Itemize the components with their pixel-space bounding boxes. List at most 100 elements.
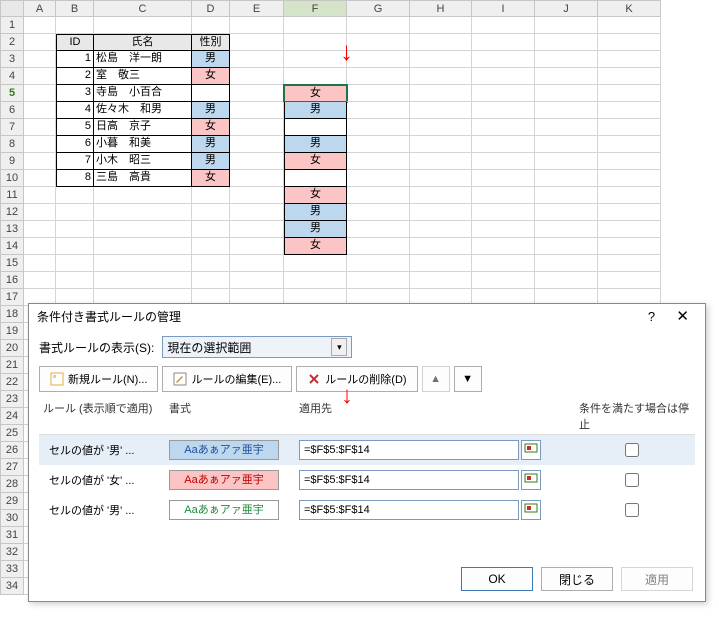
cell-A11[interactable] bbox=[24, 187, 56, 204]
cell-K13[interactable] bbox=[598, 221, 661, 238]
cell-J12[interactable] bbox=[535, 204, 598, 221]
cell-J5[interactable] bbox=[535, 85, 598, 102]
col-header-E[interactable]: E bbox=[230, 0, 284, 17]
cell-K9[interactable] bbox=[598, 153, 661, 170]
cell-E2[interactable] bbox=[230, 34, 284, 51]
cell-H9[interactable] bbox=[410, 153, 472, 170]
cell-B9[interactable]: 7 bbox=[56, 153, 94, 170]
cell-E10[interactable] bbox=[230, 170, 284, 187]
row-header-18[interactable]: 18 bbox=[0, 306, 24, 323]
close-dialog-button[interactable]: 閉じる bbox=[541, 567, 613, 591]
cell-H13[interactable] bbox=[410, 221, 472, 238]
row-header-26[interactable]: 26 bbox=[0, 442, 24, 459]
cell-H16[interactable] bbox=[410, 272, 472, 289]
cell-K1[interactable] bbox=[598, 17, 661, 34]
cell-E13[interactable] bbox=[230, 221, 284, 238]
cell-I3[interactable] bbox=[472, 51, 535, 68]
cell-F11[interactable]: 女 bbox=[284, 187, 347, 204]
row-header-21[interactable]: 21 bbox=[0, 357, 24, 374]
cell-I13[interactable] bbox=[472, 221, 535, 238]
cell-B8[interactable]: 6 bbox=[56, 136, 94, 153]
cell-E7[interactable] bbox=[230, 119, 284, 136]
col-header-I[interactable]: I bbox=[472, 0, 535, 17]
cell-F8[interactable]: 男 bbox=[284, 136, 347, 153]
cell-G2[interactable] bbox=[347, 34, 410, 51]
cell-E16[interactable] bbox=[230, 272, 284, 289]
cell-A5[interactable] bbox=[24, 85, 56, 102]
cell-A3[interactable] bbox=[24, 51, 56, 68]
cell-K6[interactable] bbox=[598, 102, 661, 119]
cell-K16[interactable] bbox=[598, 272, 661, 289]
cell-I1[interactable] bbox=[472, 17, 535, 34]
cell-F13[interactable]: 男 bbox=[284, 221, 347, 238]
delete-rule-button[interactable]: ルールの削除(D) bbox=[296, 366, 417, 392]
cell-K12[interactable] bbox=[598, 204, 661, 221]
rule-row[interactable]: セルの値が '男' ... Aaあぁアァ亜宇 bbox=[39, 495, 695, 525]
stop-if-true-checkbox[interactable] bbox=[625, 503, 639, 517]
apply-button[interactable]: 適用 bbox=[621, 567, 693, 591]
cell-J14[interactable] bbox=[535, 238, 598, 255]
cell-C12[interactable] bbox=[94, 204, 192, 221]
cell-B1[interactable] bbox=[56, 17, 94, 34]
cell-E9[interactable] bbox=[230, 153, 284, 170]
cell-C11[interactable] bbox=[94, 187, 192, 204]
cell-H1[interactable] bbox=[410, 17, 472, 34]
apply-range-input[interactable] bbox=[299, 470, 519, 490]
cell-K5[interactable] bbox=[598, 85, 661, 102]
cell-H2[interactable] bbox=[410, 34, 472, 51]
cell-G14[interactable] bbox=[347, 238, 410, 255]
cell-J1[interactable] bbox=[535, 17, 598, 34]
scope-dropdown[interactable]: 現在の選択範囲 ▾ bbox=[162, 336, 352, 358]
cell-H14[interactable] bbox=[410, 238, 472, 255]
cell-E4[interactable] bbox=[230, 68, 284, 85]
cell-I2[interactable] bbox=[472, 34, 535, 51]
cell-C7[interactable]: 日高 京子 bbox=[94, 119, 192, 136]
cell-D5[interactable] bbox=[192, 85, 230, 102]
cell-J10[interactable] bbox=[535, 170, 598, 187]
move-down-button[interactable]: ▼ bbox=[454, 366, 482, 392]
col-header-C[interactable]: C bbox=[94, 0, 192, 17]
cell-E1[interactable] bbox=[230, 17, 284, 34]
cell-G15[interactable] bbox=[347, 255, 410, 272]
cell-B7[interactable]: 5 bbox=[56, 119, 94, 136]
apply-range-input[interactable] bbox=[299, 500, 519, 520]
cell-K4[interactable] bbox=[598, 68, 661, 85]
cell-F6[interactable]: 男 bbox=[284, 102, 347, 119]
cell-A1[interactable] bbox=[24, 17, 56, 34]
cell-I14[interactable] bbox=[472, 238, 535, 255]
row-header-6[interactable]: 6 bbox=[0, 102, 24, 119]
move-up-button[interactable]: ▲ bbox=[422, 366, 450, 392]
cell-B12[interactable] bbox=[56, 204, 94, 221]
cell-E3[interactable] bbox=[230, 51, 284, 68]
cell-K14[interactable] bbox=[598, 238, 661, 255]
cell-D7[interactable]: 女 bbox=[192, 119, 230, 136]
col-header-B[interactable]: B bbox=[56, 0, 94, 17]
cell-C9[interactable]: 小木 昭三 bbox=[94, 153, 192, 170]
cell-A16[interactable] bbox=[24, 272, 56, 289]
cell-B4[interactable]: 2 bbox=[56, 68, 94, 85]
cell-G12[interactable] bbox=[347, 204, 410, 221]
row-header-8[interactable]: 8 bbox=[0, 136, 24, 153]
cell-C4[interactable]: 室 敬三 bbox=[94, 68, 192, 85]
cell-D3[interactable]: 男 bbox=[192, 51, 230, 68]
row-header-17[interactable]: 17 bbox=[0, 289, 24, 306]
cell-J13[interactable] bbox=[535, 221, 598, 238]
cell-H11[interactable] bbox=[410, 187, 472, 204]
cell-A7[interactable] bbox=[24, 119, 56, 136]
cell-F3[interactable] bbox=[284, 51, 347, 68]
cell-J6[interactable] bbox=[535, 102, 598, 119]
cell-G11[interactable] bbox=[347, 187, 410, 204]
col-header-G[interactable]: G bbox=[347, 0, 410, 17]
row-header-31[interactable]: 31 bbox=[0, 527, 24, 544]
rule-row[interactable]: セルの値が '女' ... Aaあぁアァ亜宇 bbox=[39, 465, 695, 495]
row-header-27[interactable]: 27 bbox=[0, 459, 24, 476]
cell-G6[interactable] bbox=[347, 102, 410, 119]
row-header-23[interactable]: 23 bbox=[0, 391, 24, 408]
cell-I4[interactable] bbox=[472, 68, 535, 85]
cell-C5[interactable]: 寺島 小百合 bbox=[94, 85, 192, 102]
cell-D8[interactable]: 男 bbox=[192, 136, 230, 153]
cell-G1[interactable] bbox=[347, 17, 410, 34]
row-header-13[interactable]: 13 bbox=[0, 221, 24, 238]
cell-F16[interactable] bbox=[284, 272, 347, 289]
col-header-D[interactable]: D bbox=[192, 0, 230, 17]
